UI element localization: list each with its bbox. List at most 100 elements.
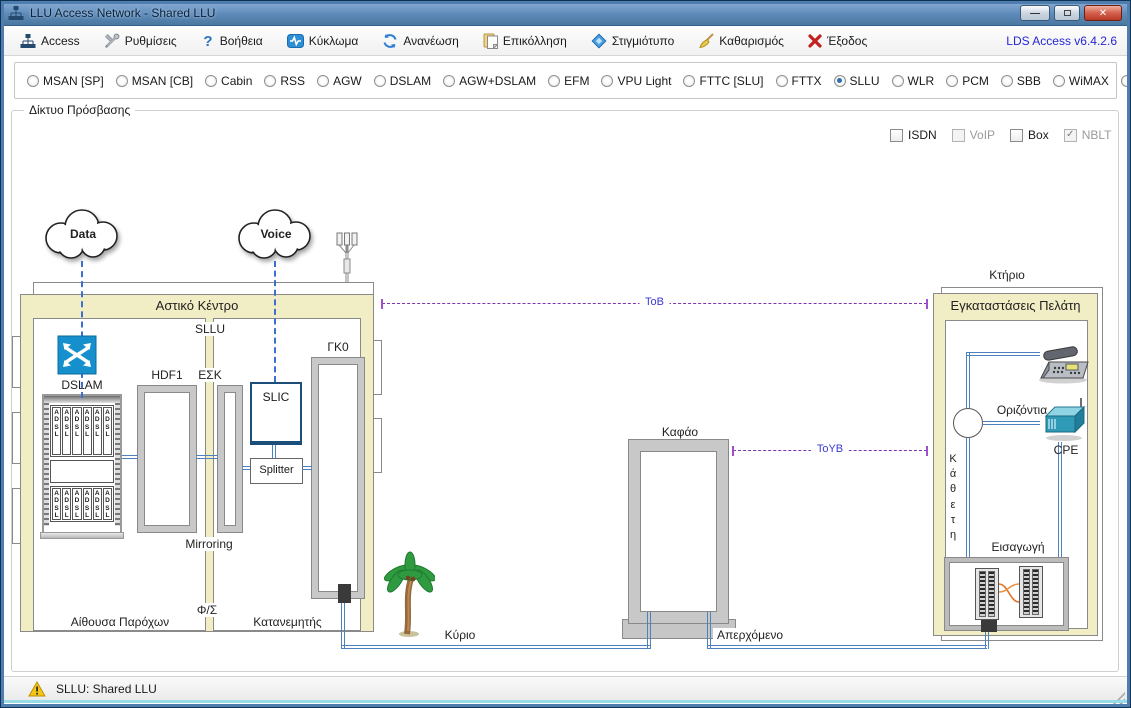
building-duct xyxy=(12,412,21,464)
radio-icon xyxy=(205,75,217,87)
splitter-gko-link xyxy=(302,466,312,470)
gko-cable-connector xyxy=(338,584,351,603)
mode-radio-sbb[interactable]: SBB xyxy=(1001,74,1041,88)
cpe-wire xyxy=(1058,442,1062,574)
dslam-hdf-link xyxy=(122,455,138,459)
gko-frame xyxy=(312,358,364,598)
mode-radio-ngin[interactable]: NGIN xyxy=(1121,74,1131,88)
toolbar-snapshot[interactable]: Στιγμιότυπο xyxy=(591,33,674,49)
svg-text:Data: Data xyxy=(70,227,96,241)
checkbox-voip[interactable]: VoIP xyxy=(952,128,995,142)
radio-icon xyxy=(548,75,560,87)
radio-icon xyxy=(834,75,846,87)
mode-label: RSS xyxy=(280,74,305,88)
mode-radio-wimax[interactable]: WiMAX xyxy=(1053,74,1109,88)
gko-label: ΓΚ0 xyxy=(312,340,364,354)
hdf-label: HDF1 xyxy=(138,368,196,382)
phone-icon xyxy=(1033,340,1091,384)
building-duct xyxy=(12,336,21,388)
adsl-card: A D S L xyxy=(103,407,112,455)
mode-label: WLR xyxy=(908,74,935,88)
toolbar-label: Ανανέωση xyxy=(403,34,459,48)
mode-radio-wlr[interactable]: WLR xyxy=(892,74,935,88)
version-label: LDS Access v6.4.2.6 xyxy=(1006,34,1117,48)
mode-radio-fttc-slu-[interactable]: FTTC [SLU] xyxy=(683,74,763,88)
cpe-icon xyxy=(1040,394,1088,442)
voice-cloud: Voice xyxy=(228,200,324,264)
toolbar-paste[interactable]: Επικόλληση xyxy=(483,33,567,49)
mode-label: DSLAM xyxy=(390,74,431,88)
mode-label: FTTC [SLU] xyxy=(699,74,763,88)
title-bar: LLU Access Network - Shared LLU — ✕ xyxy=(1,1,1130,26)
status-bar: SLLU: Shared LLU xyxy=(4,676,1127,700)
hdf-frame xyxy=(138,386,196,532)
customer-premises-title: Εγκαταστάσεις Πελάτη xyxy=(934,298,1097,313)
broom-icon xyxy=(698,33,714,49)
rack-base xyxy=(40,532,124,539)
status-text: SLLU: Shared LLU xyxy=(56,682,157,696)
mode-label: EFM xyxy=(564,74,589,88)
exit-icon xyxy=(808,34,822,48)
checkbox-isdn[interactable]: ISDN xyxy=(890,128,937,142)
toolbar-refresh[interactable]: Ανανέωση xyxy=(382,33,459,49)
provider-room-label: Αίθουσα Παρόχων xyxy=(40,615,200,629)
paste-icon xyxy=(483,33,498,49)
toolbar: Access Ρυθμίσεις ? Βοήθεια Κύκλωμα xyxy=(4,26,1127,56)
tob-link: ToB xyxy=(382,303,927,304)
mode-radio-sllu[interactable]: SLLU xyxy=(834,74,880,88)
mode-radio-cabin[interactable]: Cabin xyxy=(205,74,252,88)
radio-icon xyxy=(443,75,455,87)
radio-icon xyxy=(601,75,613,87)
minimize-button[interactable]: — xyxy=(1020,5,1050,21)
fs-label: Φ/Σ xyxy=(190,603,224,617)
mode-radio-efm[interactable]: EFM xyxy=(548,74,589,88)
slic-box: SLIC xyxy=(250,382,302,445)
close-button[interactable]: ✕ xyxy=(1084,5,1122,21)
checkbox-nblt[interactable]: ✓NBLT xyxy=(1064,128,1112,142)
warning-icon xyxy=(28,681,46,697)
main-cable-label: Κύριο xyxy=(430,628,490,642)
radio-icon xyxy=(892,75,904,87)
mode-radio-dslam[interactable]: DSLAM xyxy=(374,74,431,88)
mode-radio-pcm[interactable]: PCM xyxy=(946,74,989,88)
outgoing-cable-label: Απερχόμενο xyxy=(713,628,787,642)
mode-label: MSAN [CB] xyxy=(132,74,193,88)
mode-radio-agw[interactable]: AGW xyxy=(317,74,362,88)
toolbar-help[interactable]: ? Βοήθεια xyxy=(201,33,263,49)
mode-radio-rss[interactable]: RSS xyxy=(264,74,305,88)
restore-button[interactable] xyxy=(1054,5,1080,21)
radio-icon xyxy=(1053,75,1065,87)
vertical-label: Κ ά θ ε τ η xyxy=(946,452,960,543)
toolbar-label: Access xyxy=(41,34,80,48)
mode-radio-fttx[interactable]: FTTX xyxy=(776,74,822,88)
window-bottom-edge xyxy=(4,700,1127,703)
mode-label: AGW+DSLAM xyxy=(459,74,536,88)
radio-icon xyxy=(946,75,958,87)
toolbar-clean[interactable]: Καθαρισμός xyxy=(698,33,784,49)
toolbar-access[interactable]: Access xyxy=(20,33,80,49)
mode-radio-msan-sp-[interactable]: MSAN [SP] xyxy=(27,74,104,88)
toolbar-settings[interactable]: Ρυθμίσεις xyxy=(104,33,177,49)
toyb-link: ToYB xyxy=(733,450,927,451)
toolbar-circuit[interactable]: Κύκλωμα xyxy=(287,33,359,49)
mode-radio-agw-dslam[interactable]: AGW+DSLAM xyxy=(443,74,536,88)
cpe-label: CPE xyxy=(1050,443,1082,457)
checkbox-box[interactable]: Box xyxy=(1010,128,1049,142)
toolbar-exit[interactable]: Έξοδος xyxy=(808,34,867,48)
adsl-card: A D S L xyxy=(93,488,102,520)
toolbar-label: Βοήθεια xyxy=(220,34,263,48)
building-duct xyxy=(12,488,21,544)
esk-label: ΕΣΚ xyxy=(192,368,228,382)
adsl-card: A D S L xyxy=(103,488,112,520)
checkbox-label: Box xyxy=(1028,128,1049,142)
mode-label: SBB xyxy=(1017,74,1041,88)
dslam-rack: A D S LA D S LA D S LA D S LA D S LA D S… xyxy=(42,394,122,534)
rack-rail xyxy=(115,403,120,526)
jumper-wires xyxy=(998,576,1020,612)
window-title: LLU Access Network - Shared LLU xyxy=(30,6,215,20)
sllu-label: SLLU xyxy=(186,322,234,336)
mode-radio-vpu-light[interactable]: VPU Light xyxy=(601,74,671,88)
entry-cable-connector xyxy=(981,620,997,632)
horizontal-wire xyxy=(983,421,1040,425)
mode-radio-msan-cb-[interactable]: MSAN [CB] xyxy=(116,74,193,88)
